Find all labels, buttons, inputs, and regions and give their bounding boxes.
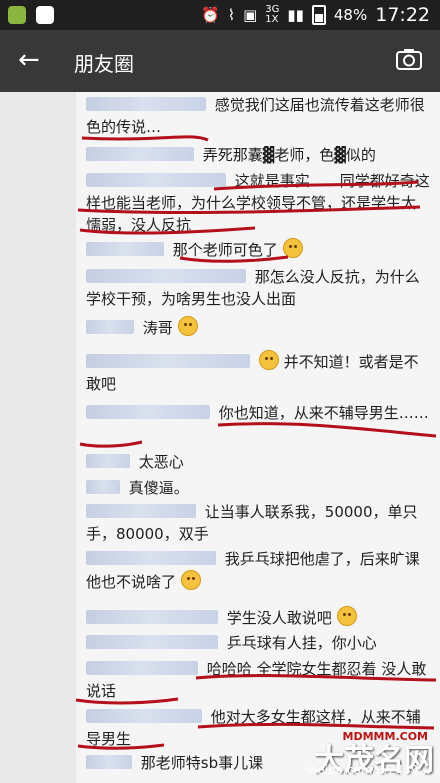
commenter-name[interactable]: [86, 454, 130, 468]
battery-icon: [311, 5, 326, 25]
commenter-name[interactable]: [86, 173, 226, 187]
camera-icon[interactable]: [396, 48, 422, 70]
commenter-name[interactable]: [86, 320, 134, 334]
sad-emoji-icon: [336, 606, 357, 626]
comment-text: 涛哥: [142, 319, 173, 337]
comment: 这就是事实……同学都好奇这样也能当老师，为什么学校领导不管，还是学生太懦弱，没人…: [86, 170, 430, 236]
comment-text: 那老师特sb事儿课: [140, 754, 264, 772]
commenter-name[interactable]: [86, 242, 164, 256]
battery-percent: 48%: [333, 6, 368, 24]
network-type: 3G 1X: [265, 4, 280, 25]
commenter-name[interactable]: [86, 480, 120, 494]
app-bar: ← 朋友圈: [0, 30, 440, 92]
comment: 那个老师可色了: [86, 238, 430, 261]
laughing-emoji-icon: [177, 316, 198, 336]
comment: 你也知道，从来不辅导男生……: [86, 402, 430, 424]
emoji-icon: [258, 350, 279, 370]
commenter-name[interactable]: [86, 755, 132, 769]
comment: 感觉我们这届也流传着这老师很色的传说…: [86, 94, 430, 138]
comment: 学生没人敢说吧: [86, 606, 430, 629]
status-bar: ⏰ ⌇ ▣ 3G 1X ▮▮ 48% 17:22: [0, 0, 440, 30]
alarm-icon: ⏰: [201, 6, 220, 24]
comment-text: 弄死那囊▓老师，色▓似的: [202, 146, 376, 164]
comment-text: 真傻逼。: [128, 479, 189, 497]
comment-text: 你也知道，从来不辅导男生……: [218, 404, 429, 422]
commenter-name[interactable]: [86, 269, 246, 283]
comment: 太恶心: [86, 451, 430, 473]
comment: 哈哈哈 全学院女生都忍着 没人敢说话: [86, 658, 430, 702]
comment: 让当事人联系我，50000，单只手，80000，双手: [86, 501, 430, 545]
comment: 并不知道！或者是不敢吧: [86, 350, 430, 395]
comment: 我乒乓球把他虐了，后来旷课他也不说啥了: [86, 548, 430, 593]
comment: 涛哥: [86, 316, 430, 339]
image-notification-icon: [36, 6, 54, 24]
commenter-name[interactable]: [86, 354, 250, 368]
comment: 真傻逼。: [86, 477, 430, 499]
commenter-name[interactable]: [86, 405, 210, 419]
commenter-name[interactable]: [86, 635, 218, 649]
back-arrow-icon[interactable]: ←: [18, 47, 40, 73]
commenter-name[interactable]: [86, 610, 218, 624]
commenter-name[interactable]: [86, 504, 196, 518]
comment: 乒乓球有人挂，你小心: [86, 632, 430, 654]
wifi-icon: ⌇: [227, 6, 236, 24]
comment: 弄死那囊▓老师，色▓似的: [86, 144, 430, 166]
commenter-name[interactable]: [86, 551, 216, 565]
commenter-name[interactable]: [86, 709, 202, 723]
comment-text: 那个老师可色了: [172, 241, 278, 259]
watermark-weibo: weibo.com/u/2439...: [307, 763, 430, 777]
comment-text: 太恶心: [138, 453, 184, 471]
comment-text: 学生没人敢说吧: [226, 609, 332, 627]
comment-text: 乒乓球有人挂，你小心: [226, 634, 377, 652]
commenter-name[interactable]: [86, 661, 198, 675]
laughing-emoji-icon: [180, 570, 201, 590]
sim-icon: ▣: [243, 6, 258, 24]
app-notification-icon: [8, 6, 26, 24]
commenter-name[interactable]: [86, 97, 206, 111]
clock: 17:22: [375, 4, 430, 26]
comment: 那怎么没人反抗，为什么学校干预，为啥男生也没人出面: [86, 266, 430, 310]
page-title: 朋友圈: [74, 52, 134, 76]
commenter-name[interactable]: [86, 147, 194, 161]
watermark-site: MDMMM.COM: [342, 730, 428, 743]
signal-icon: ▮▮: [287, 6, 304, 24]
notification-icons: [8, 6, 54, 24]
emoji-icon: [282, 238, 303, 258]
